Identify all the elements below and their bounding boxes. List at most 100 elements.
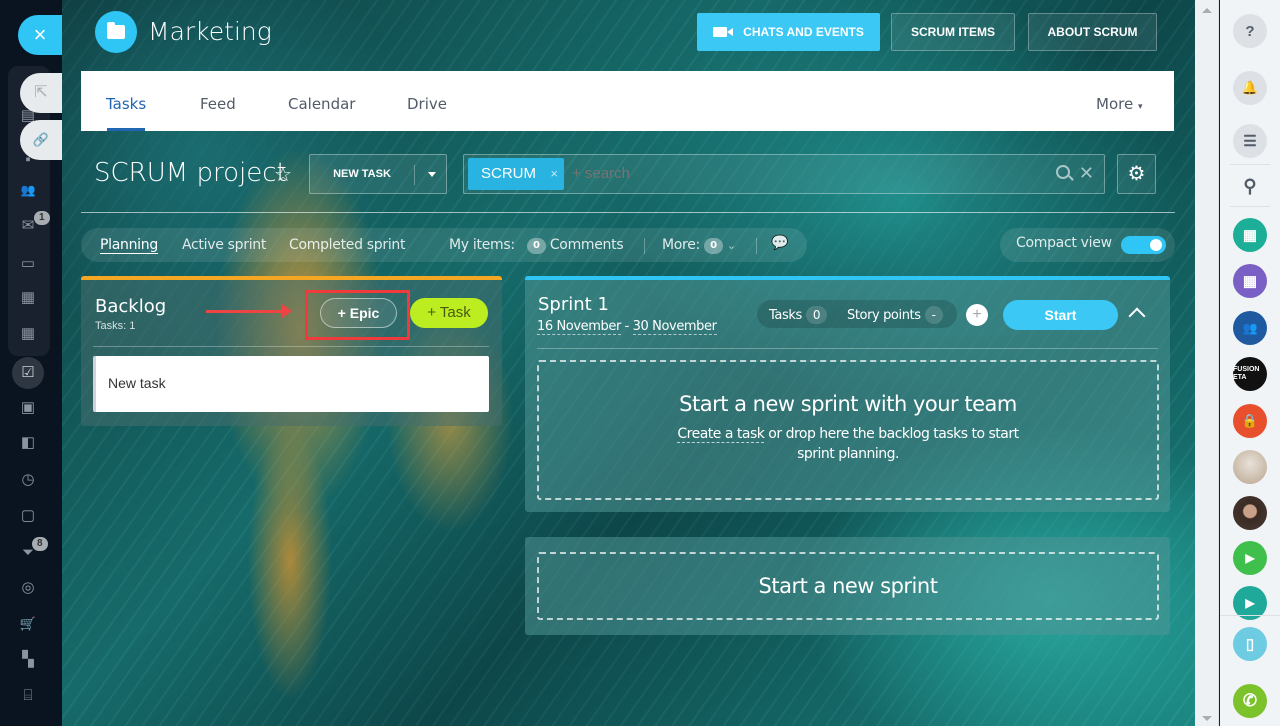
- clear-search-icon[interactable]: ✕: [1079, 163, 1094, 184]
- tab-feed[interactable]: Feed: [200, 95, 236, 113]
- sprint-empty-text: Create a task or drop here the backlog t…: [668, 424, 1028, 464]
- date-separator: -: [620, 319, 633, 334]
- settings-gear-button[interactable]: ⚙: [1117, 154, 1156, 194]
- sprint-start-date[interactable]: 16 November: [537, 319, 621, 335]
- groups-icon[interactable]: 👥: [16, 178, 40, 202]
- drive-icon[interactable]: ▭: [16, 252, 40, 276]
- lock-icon[interactable]: 🔒: [1233, 404, 1267, 438]
- sprint-stats: Tasks 0 Story points -: [757, 300, 957, 328]
- mobile-cloud-icon[interactable]: ▯: [1233, 627, 1267, 661]
- favorite-star-icon[interactable]: ☆: [274, 162, 292, 187]
- open-in-new-window-button[interactable]: ⇱: [20, 73, 62, 113]
- right-sidebar: ? 🔔 ☰ ⚲ ▦ ▦ 👥 FUSION ETA 🔒 ▶ ▶ ▯ ✆: [1220, 0, 1280, 726]
- close-slider-button[interactable]: ×: [18, 15, 62, 55]
- messages-icon[interactable]: ☰: [1233, 124, 1267, 158]
- calendar-green-icon[interactable]: ▦: [1233, 218, 1267, 252]
- video-call-green-icon[interactable]: ▶: [1233, 541, 1267, 575]
- about-scrum-button[interactable]: ABOUT SCRUM: [1028, 13, 1157, 51]
- group-chat-icon[interactable]: 👥: [1233, 311, 1267, 345]
- create-task-link[interactable]: Create a task: [677, 426, 765, 443]
- scrum-items-button[interactable]: SCRUM ITEMS: [891, 13, 1015, 51]
- sites-icon[interactable]: ▢: [16, 504, 40, 528]
- stream-icon[interactable]: ◧: [16, 431, 40, 455]
- chats-and-events-button[interactable]: CHATS AND EVENTS: [697, 13, 880, 51]
- divider: [1230, 206, 1270, 207]
- annotation-arrow: [206, 304, 292, 318]
- marketing-target-icon[interactable]: ◎: [16, 576, 40, 600]
- view-active-sprint[interactable]: Active sprint: [182, 237, 266, 253]
- scroll-down-arrow-icon[interactable]: [1202, 716, 1212, 721]
- start-sprint-button[interactable]: Start: [1003, 300, 1118, 330]
- notifications-bell-icon[interactable]: 🔔: [1233, 71, 1267, 105]
- search-icon[interactable]: ⚲: [1233, 169, 1267, 203]
- user-avatar-2[interactable]: [1233, 496, 1267, 530]
- add-sprint-task-button[interactable]: +: [966, 304, 988, 326]
- filter-chip[interactable]: SCRUM ×: [468, 158, 564, 190]
- time-icon[interactable]: ◷: [16, 468, 40, 492]
- compact-view-label: Compact view: [1016, 235, 1112, 251]
- comments-count: 0: [527, 238, 546, 254]
- copy-link-button[interactable]: 🔗: [20, 120, 62, 160]
- group-avatar: [95, 11, 137, 53]
- tasks-icon[interactable]: ☑: [16, 361, 40, 385]
- sprint-title[interactable]: Sprint 1: [538, 294, 609, 315]
- mail-badge: 1: [34, 211, 50, 225]
- contacts-icon[interactable]: ▣: [16, 396, 40, 420]
- compact-view-toggle[interactable]: [1121, 236, 1166, 254]
- store-cart-icon[interactable]: 🛒: [16, 612, 40, 636]
- divider: [537, 348, 1158, 349]
- scroll-up-arrow-icon[interactable]: [1202, 8, 1212, 13]
- comments-filter[interactable]: 0 Comments: [527, 237, 624, 254]
- new-sprint-panel: Start a new sprint: [525, 537, 1170, 635]
- crm-badge: 8: [32, 537, 48, 551]
- search-filter[interactable]: SCRUM × ✕: [463, 154, 1105, 194]
- calendar-icon[interactable]: ▦: [16, 322, 40, 346]
- story-points-label: Story points: [847, 308, 921, 323]
- start-new-sprint-button[interactable]: Start a new sprint: [537, 552, 1159, 620]
- search-input[interactable]: [572, 165, 1012, 182]
- new-task-dropdown-icon[interactable]: [428, 172, 436, 177]
- new-task-button[interactable]: NEW TASK: [310, 155, 414, 193]
- external-link-icon: ⇱: [34, 84, 48, 101]
- link-icon: 🔗: [32, 132, 50, 147]
- page-scrollbar[interactable]: [1195, 0, 1219, 726]
- close-icon: ×: [33, 22, 47, 47]
- user-avatar-1[interactable]: [1233, 450, 1267, 484]
- gear-icon: ⚙: [1127, 163, 1146, 185]
- cash-register-icon[interactable]: ⌸: [16, 684, 40, 708]
- add-epic-button[interactable]: + Epic: [320, 298, 397, 328]
- view-completed-sprint[interactable]: Completed sprint: [289, 237, 406, 253]
- chats-and-events-label: CHATS AND EVENTS: [743, 25, 864, 39]
- divider: [414, 165, 415, 185]
- documents-icon[interactable]: ▦: [16, 286, 40, 310]
- phone-icon[interactable]: ✆: [1233, 684, 1267, 718]
- backlog-task-item[interactable]: New task: [93, 356, 489, 412]
- sprint-end-date[interactable]: 30 November: [632, 319, 717, 335]
- add-task-button[interactable]: + Task: [410, 298, 488, 328]
- remove-chip-icon[interactable]: ×: [550, 158, 558, 190]
- tab-calendar[interactable]: Calendar: [288, 95, 355, 113]
- divider: [1220, 615, 1280, 616]
- page-title: SCRUM project: [94, 158, 287, 188]
- divider-line: [81, 212, 1175, 213]
- view-filter-bar: Planning Active sprint Completed sprint …: [81, 228, 807, 262]
- more-label: More: [1096, 95, 1134, 113]
- task-title: New task: [108, 375, 166, 391]
- apps-grid-icon[interactable]: ▚: [16, 648, 40, 672]
- fusion-meta-avatar[interactable]: FUSION ETA: [1233, 357, 1267, 391]
- tab-drive[interactable]: Drive: [407, 95, 447, 113]
- view-planning[interactable]: Planning: [100, 237, 158, 254]
- group-tab-bar: Tasks Feed Calendar Drive More ▾: [81, 71, 1174, 131]
- search-icon[interactable]: [1056, 165, 1070, 179]
- divider: [93, 346, 489, 347]
- collapse-chevron-icon[interactable]: [1128, 307, 1146, 325]
- caret-down-icon: ▾: [1137, 102, 1143, 112]
- video-camera-icon: [713, 27, 734, 37]
- calendar-purple-icon[interactable]: ▦: [1233, 264, 1267, 298]
- tab-tasks[interactable]: Tasks: [106, 95, 146, 113]
- help-icon[interactable]: ?: [1233, 14, 1267, 48]
- comments-read-icon[interactable]: 💬: [771, 235, 788, 251]
- more-filter[interactable]: More: 0 ⌄: [662, 237, 736, 254]
- tab-more[interactable]: More ▾: [1096, 95, 1143, 113]
- sprint-drop-zone[interactable]: Start a new sprint with your team Create…: [537, 360, 1159, 500]
